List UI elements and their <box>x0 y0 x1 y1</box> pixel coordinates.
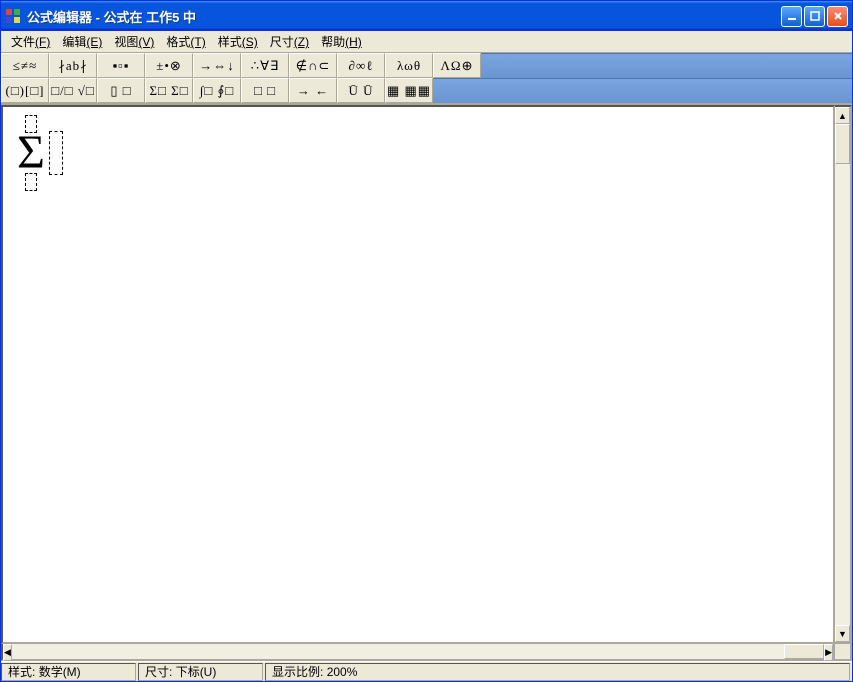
tool-product-set-templates[interactable]: Ū Ū <box>337 78 385 103</box>
tool-fraction-radical-templates[interactable]: □/□ √□ <box>49 78 97 103</box>
scroll-thumb-vertical[interactable] <box>835 124 850 164</box>
menu-size[interactable]: 尺寸(Z) <box>264 31 315 52</box>
tool-misc-symbols[interactable]: ∂∞ℓ <box>337 53 385 78</box>
tool-set-theory-symbols[interactable]: ∉∩⊂ <box>289 53 337 78</box>
menu-view[interactable]: 视图(V) <box>108 31 160 52</box>
menu-file[interactable]: 文件(F) <box>5 31 56 52</box>
toolbar-filler <box>481 53 852 78</box>
toolbar-row-1: ≤≠≈ ∤ab∤ ▪▫▪ ±•⊗ →⇔↓ ∴∀∃ ∉∩⊂ ∂∞ℓ λωθ ΛΩ⊕ <box>1 53 852 78</box>
app-icon <box>5 8 21 24</box>
menu-help[interactable]: 帮助(H) <box>315 31 368 52</box>
maximize-button[interactable] <box>804 6 825 27</box>
tool-spaces-ellipses[interactable]: ∤ab∤ <box>49 53 97 78</box>
scroll-corner <box>835 644 852 661</box>
horizontal-scrollbar[interactable]: ◀ ▶ <box>1 644 835 661</box>
scroll-left-arrow[interactable]: ◀ <box>3 644 12 661</box>
tool-relational-symbols[interactable]: ≤≠≈ <box>1 53 49 78</box>
tool-embellishments[interactable]: ▪▫▪ <box>97 53 145 78</box>
tool-labeled-arrow-templates[interactable]: → ← <box>289 78 337 103</box>
tool-greek-uppercase[interactable]: ΛΩ⊕ <box>433 53 481 78</box>
content-wrapper: Σ ▲ ▼ ◀ ▶ <box>1 104 852 661</box>
equation-canvas[interactable]: Σ <box>1 105 835 644</box>
status-zoom: 显示比例: 200% <box>265 663 850 681</box>
menu-edit[interactable]: 编辑(E) <box>56 31 108 52</box>
scroll-thumb-horizontal[interactable] <box>784 644 824 659</box>
tool-fence-templates[interactable]: (□)[□] <box>1 78 49 103</box>
status-size: 尺寸: 下标(U) <box>138 663 263 681</box>
tool-matrix-templates[interactable]: ▦ ▦▦ <box>385 78 433 103</box>
equation-editor-window: 公式编辑器 - 公式在 工作5 中 文件(F) 编辑(E) 视图(V) 格式(T… <box>0 0 853 682</box>
tool-logical-symbols[interactable]: ∴∀∃ <box>241 53 289 78</box>
menu-style[interactable]: 样式(S) <box>212 31 264 52</box>
sigma-symbol: Σ <box>17 133 45 173</box>
scroll-up-arrow[interactable]: ▲ <box>835 107 850 124</box>
menubar: 文件(F) 编辑(E) 视图(V) 格式(T) 样式(S) 尺寸(Z) 帮助(H… <box>1 31 852 53</box>
vertical-scrollbar[interactable]: ▲ ▼ <box>835 105 852 644</box>
scroll-track-vertical[interactable] <box>835 124 850 625</box>
statusbar: 样式: 数学(M) 尺寸: 下标(U) 显示比例: 200% <box>1 661 852 681</box>
tool-operator-symbols[interactable]: ±•⊗ <box>145 53 193 78</box>
toolbar-filler <box>433 78 852 103</box>
toolbar-row-2: (□)[□] □/□ √□ ▯ □ Σ□ Σ□ ∫□ ∮□ □ □ → ← Ū … <box>1 78 852 103</box>
scroll-track-horizontal[interactable] <box>12 644 824 659</box>
equation-object[interactable]: Σ <box>17 115 63 191</box>
tool-summation-templates[interactable]: Σ□ Σ□ <box>145 78 193 103</box>
menu-format[interactable]: 格式(T) <box>160 31 211 52</box>
tool-greek-lowercase[interactable]: λωθ <box>385 53 433 78</box>
status-style: 样式: 数学(M) <box>1 663 136 681</box>
scroll-right-arrow[interactable]: ▶ <box>824 644 833 661</box>
minimize-button[interactable] <box>781 6 802 27</box>
summation-lower-limit-slot[interactable] <box>25 173 37 191</box>
summation-body-slot[interactable] <box>49 131 63 175</box>
tool-arrow-symbols[interactable]: →⇔↓ <box>193 53 241 78</box>
scroll-down-arrow[interactable]: ▼ <box>835 625 850 642</box>
tool-underbar-overbar-templates[interactable]: □ □ <box>241 78 289 103</box>
tool-integral-templates[interactable]: ∫□ ∮□ <box>193 78 241 103</box>
toolbar-region: ≤≠≈ ∤ab∤ ▪▫▪ ±•⊗ →⇔↓ ∴∀∃ ∉∩⊂ ∂∞ℓ λωθ ΛΩ⊕… <box>1 53 852 104</box>
tool-subscript-superscript-templates[interactable]: ▯ □ <box>97 78 145 103</box>
window-title: 公式编辑器 - 公式在 工作5 中 <box>27 7 781 26</box>
titlebar[interactable]: 公式编辑器 - 公式在 工作5 中 <box>1 1 852 31</box>
close-button[interactable] <box>827 6 848 27</box>
